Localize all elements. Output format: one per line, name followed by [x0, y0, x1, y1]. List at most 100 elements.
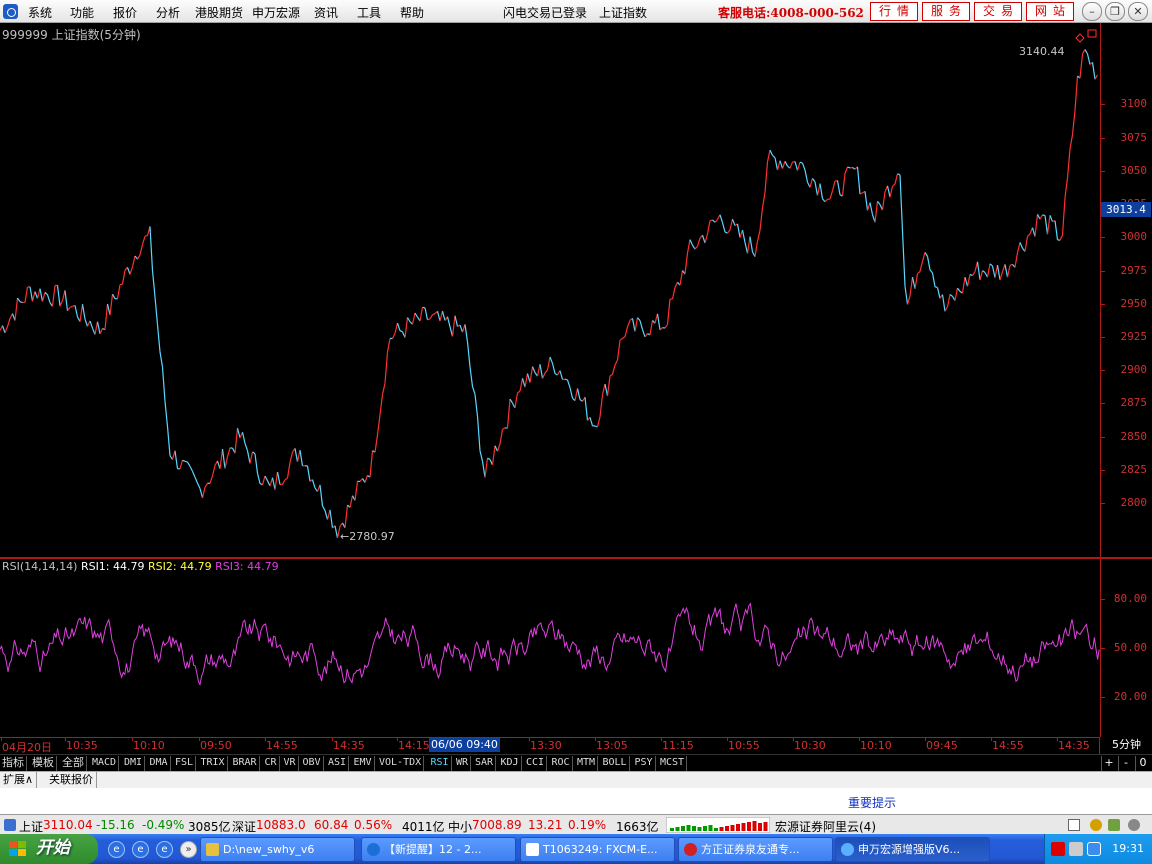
trade-button[interactable]: 交易	[974, 2, 1022, 21]
indicator-tab-trix[interactable]: TRIX	[199, 756, 228, 771]
indicator-tab-mcst[interactable]: MCST	[658, 756, 688, 771]
shield-icon[interactable]	[1087, 842, 1101, 856]
minimize-icon[interactable]: –	[1082, 2, 1102, 21]
service-button[interactable]: 服务	[922, 2, 970, 21]
indicator-tab-rsi[interactable]: RSI	[429, 756, 452, 771]
indicator-tab-psy[interactable]: PSY	[633, 756, 656, 771]
indicator-tab-vr[interactable]: VR	[282, 756, 299, 771]
price-segment	[1034, 214, 1039, 237]
indicator-tab-dmi[interactable]: DMI	[122, 756, 146, 771]
price-segment	[899, 174, 904, 232]
indicator-tab-fsl[interactable]: FSL	[173, 756, 197, 771]
price-segment	[166, 426, 171, 456]
tab-control-button[interactable]: 0	[1135, 756, 1150, 771]
task-reminder[interactable]: 【新提醒】12 - 2...	[361, 837, 516, 862]
price-segment	[474, 394, 479, 417]
task-swhy[interactable]: 申万宏源增强版V6...	[835, 837, 990, 862]
price-segment	[559, 370, 564, 380]
task-folder[interactable]: D:\new_swhy_v6	[200, 837, 355, 862]
related-quotes-tab[interactable]: 关联报价	[46, 772, 97, 788]
ie-icon[interactable]: e	[156, 841, 173, 858]
price-segment	[609, 373, 613, 377]
menu-function[interactable]: 功能	[70, 4, 94, 21]
price-segment	[679, 270, 684, 286]
price-segment	[161, 367, 166, 402]
task-fxcm[interactable]: T1063249: FXCM-E...	[520, 837, 675, 862]
price-segment	[131, 255, 136, 267]
window-icon[interactable]	[1068, 819, 1080, 831]
indicator-tab-mtm[interactable]: MTM	[575, 756, 599, 771]
indicator-tab-emv[interactable]: EMV	[352, 756, 375, 771]
restore-icon[interactable]: ❐	[1105, 2, 1125, 21]
breadth-bar	[736, 824, 740, 831]
quote-button[interactable]: 行情	[870, 2, 918, 21]
indicator-tab-brar[interactable]: BRAR	[231, 756, 260, 771]
time-axis: 04月20日 10:35 10:10 09:50 14:55 14:35 14:15 13:3…	[0, 737, 1100, 754]
price-segment	[1029, 227, 1034, 235]
price-segment	[129, 266, 134, 275]
indicator-tab-obv[interactable]: OBV	[301, 756, 324, 771]
indicator-tab-asi[interactable]: ASI	[326, 756, 350, 771]
indicator-tab-boll[interactable]: BOLL	[601, 756, 630, 771]
price-tick-label: 3075	[1120, 130, 1148, 144]
menu-help[interactable]: 帮助	[400, 4, 424, 21]
task-fangzheng[interactable]: 方正证券泉友通专...	[678, 837, 833, 862]
indicator-tab-macd[interactable]: MACD	[90, 756, 120, 771]
indicator-tab-dma[interactable]: DMA	[148, 756, 171, 771]
price-segment	[994, 264, 999, 278]
start-label: 开始	[36, 838, 70, 858]
menu-swhy[interactable]: 申万宏源	[252, 4, 300, 21]
server-name[interactable]: 宏源证券阿里云(4)	[775, 818, 876, 835]
price-segment	[6, 318, 11, 327]
indicator-tab-kdj[interactable]: KDJ	[499, 756, 522, 771]
price-segment	[1091, 62, 1096, 80]
indicator-tab-cr[interactable]: CR	[263, 756, 280, 771]
network-icon[interactable]	[1069, 842, 1083, 856]
price-segment	[754, 241, 759, 257]
signal-icon[interactable]	[1108, 819, 1120, 831]
menu-news[interactable]: 资讯	[314, 4, 338, 21]
indicator-tab-cn[interactable]: 指标	[0, 756, 27, 771]
browser-icon[interactable]: e	[108, 841, 125, 858]
indicator-tab-sar[interactable]: SAR	[473, 756, 497, 771]
menu-hk-futures[interactable]: 港股期货	[195, 4, 243, 21]
indicator-tab-roc[interactable]: ROC	[550, 756, 573, 771]
price-segment	[794, 161, 799, 171]
period-label[interactable]: 5分钟	[1101, 737, 1152, 754]
menu-tools[interactable]: 工具	[357, 4, 381, 21]
price-segment	[1054, 220, 1059, 240]
price-segment	[411, 312, 416, 325]
show-desktop-icon[interactable]: »	[180, 841, 197, 858]
website-button[interactable]: 网站	[1026, 2, 1074, 21]
start-button[interactable]: 开始	[0, 834, 98, 864]
bulb-icon[interactable]	[1090, 819, 1102, 831]
price-chart[interactable]	[0, 23, 1100, 558]
indicator-tab-vol-tdx[interactable]: VOL-TDX	[377, 756, 425, 771]
close-icon[interactable]: ✕	[1128, 2, 1148, 21]
time-tick-mark	[1057, 738, 1058, 741]
indicator-tab-cci[interactable]: CCI	[524, 756, 548, 771]
login-status: 闪电交易已登录	[503, 6, 588, 20]
important-notice-link[interactable]: 重要提示	[848, 794, 896, 811]
price-segment	[1004, 264, 1009, 278]
indicator-tab-cn[interactable]: 全部	[60, 756, 87, 771]
expand-tab[interactable]: 扩展∧	[0, 772, 38, 788]
menu-system[interactable]: 系统	[28, 4, 52, 21]
market-icon[interactable]	[4, 819, 16, 831]
indicator-tab-cn[interactable]: 模板	[30, 756, 57, 771]
maximize-chart-icon[interactable]	[1087, 29, 1097, 38]
tab-control-button[interactable]: +	[1101, 756, 1116, 771]
indicator-tab-wr[interactable]: WR	[454, 756, 472, 771]
rsi-chart[interactable]	[0, 559, 1100, 737]
ie-refresh-icon[interactable]: e	[132, 841, 149, 858]
menu-analysis[interactable]: 分析	[156, 4, 180, 21]
gear-icon[interactable]	[1128, 819, 1140, 831]
menu-quote[interactable]: 报价	[113, 4, 137, 21]
price-segment	[149, 226, 154, 271]
price-segment	[921, 252, 926, 262]
price-segment	[136, 254, 141, 260]
tab-control-button[interactable]: -	[1118, 756, 1133, 771]
price-segment	[1049, 215, 1054, 222]
price-segment	[384, 352, 389, 384]
security-icon[interactable]	[1051, 842, 1065, 856]
